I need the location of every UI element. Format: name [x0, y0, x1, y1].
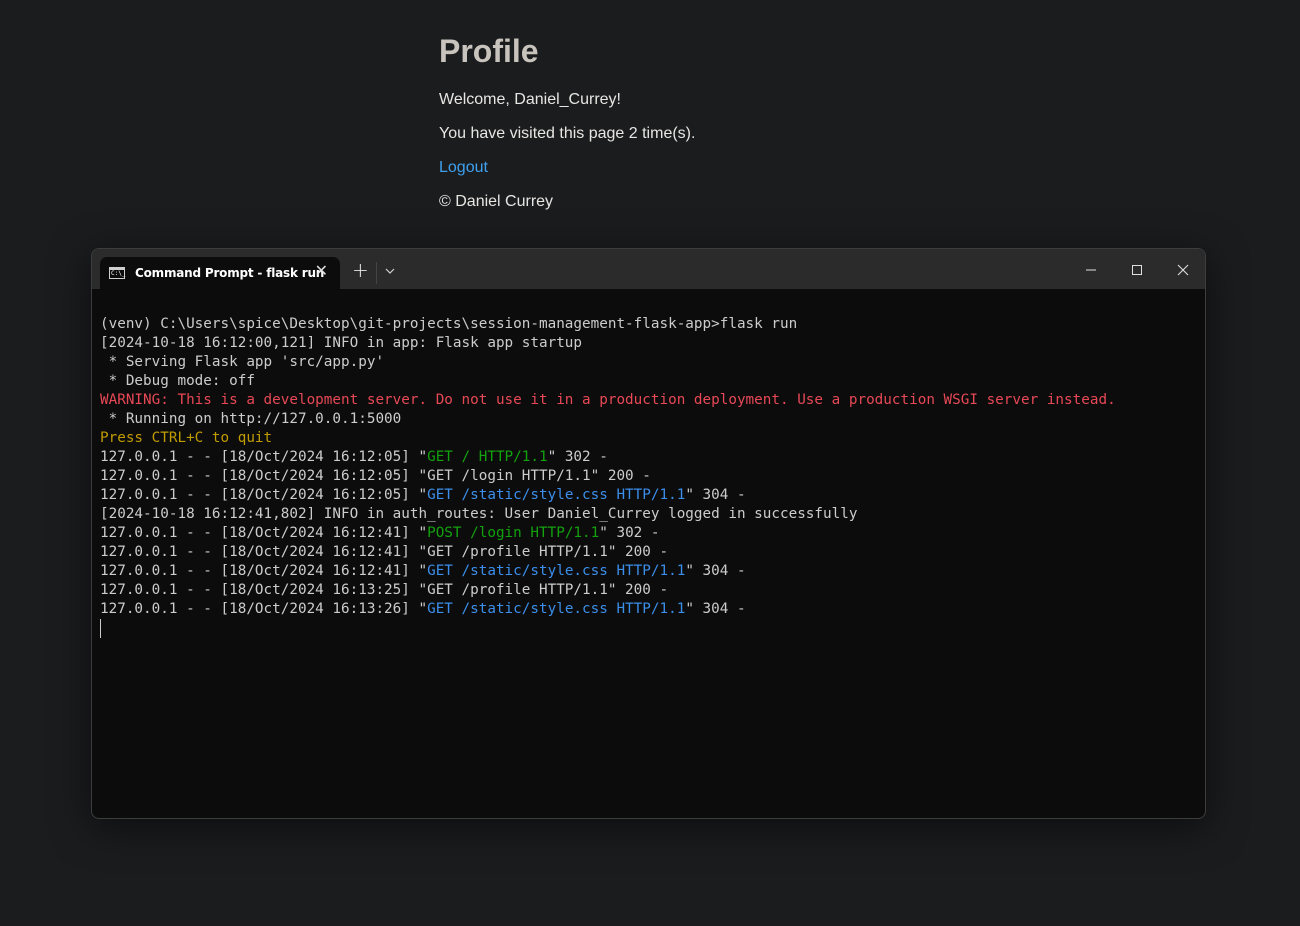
terminal-line: 127.0.0.1 - - [18/Oct/2024 16:12:41] "PO…	[100, 524, 1197, 543]
minimize-icon	[1086, 269, 1096, 271]
chevron-down-icon[interactable]	[385, 266, 395, 276]
terminal-text-segment: " 304 -	[685, 487, 746, 503]
text-cursor	[100, 619, 101, 638]
footer-copyright: © Daniel Currey	[439, 193, 554, 210]
terminal-line: WARNING: This is a development server. D…	[100, 391, 1197, 410]
terminal-window: C:\_ Command Prompt - flask run ✕ + (ven…	[91, 248, 1206, 819]
terminal-text-segment: GET /static/style.css HTTP/1.1	[427, 563, 686, 579]
command-prompt-icon: C:\_	[109, 267, 125, 279]
terminal-text-segment: * Debug mode: off	[100, 373, 255, 389]
terminal-text-segment: " 302 -	[547, 449, 608, 465]
terminal-text-segment: 127.0.0.1 - - [18/Oct/2024 16:13:26] "	[100, 601, 428, 617]
new-tab-button[interactable]: +	[352, 260, 369, 280]
close-icon	[1177, 264, 1189, 276]
terminal-text-segment: " 304 -	[685, 601, 746, 617]
maximize-icon	[1132, 265, 1142, 275]
terminal-text-segment: WARNING: This is a development server. D…	[100, 392, 1116, 408]
tab-separator	[376, 262, 377, 284]
profile-page: Profile Welcome, Daniel_Currey! You have…	[439, 30, 695, 210]
terminal-line: (venv) C:\Users\spice\Desktop\git-projec…	[100, 315, 1197, 334]
terminal-text-segment: GET / HTTP/1.1	[427, 449, 548, 465]
terminal-text-segment: GET /static/style.css HTTP/1.1	[427, 487, 686, 503]
terminal-line: 127.0.0.1 - - [18/Oct/2024 16:12:41] "GE…	[100, 543, 1197, 562]
page-title: Profile	[439, 33, 539, 69]
terminal-text-segment: GET /static/style.css HTTP/1.1	[427, 601, 686, 617]
terminal-text-segment: Press CTRL+C to quit	[100, 430, 273, 446]
terminal-text-segment: " 304 -	[685, 563, 746, 579]
minimize-button[interactable]	[1077, 259, 1105, 281]
terminal-text-segment: [2024-10-18 16:12:41,802] INFO in auth_r…	[100, 506, 858, 522]
terminal-line: 127.0.0.1 - - [18/Oct/2024 16:13:26] "GE…	[100, 600, 1197, 619]
terminal-text-segment: 127.0.0.1 - - [18/Oct/2024 16:12:05] "	[100, 487, 428, 503]
terminal-line: 127.0.0.1 - - [18/Oct/2024 16:12:05] "GE…	[100, 448, 1197, 467]
terminal-text-segment: * Serving Flask app 'src/app.py'	[100, 354, 385, 370]
terminal-line: 127.0.0.1 - - [18/Oct/2024 16:12:41] "GE…	[100, 562, 1197, 581]
terminal-text-segment: " 302 -	[599, 525, 660, 541]
visit-count-text: You have visited this page 2 time(s).	[439, 125, 696, 142]
terminal-line: * Serving Flask app 'src/app.py'	[100, 353, 1197, 372]
terminal-output[interactable]: (venv) C:\Users\spice\Desktop\git-projec…	[100, 315, 1197, 638]
terminal-text-segment: [2024-10-18 16:12:00,121] INFO in app: F…	[100, 335, 583, 351]
logout-link[interactable]: Logout	[439, 158, 488, 178]
terminal-text-segment: 127.0.0.1 - - [18/Oct/2024 16:12:41] "GE…	[100, 544, 669, 560]
terminal-line: [2024-10-18 16:12:41,802] INFO in auth_r…	[100, 505, 1197, 524]
terminal-text-segment: 127.0.0.1 - - [18/Oct/2024 16:12:05] "GE…	[100, 468, 651, 484]
terminal-text-segment: 127.0.0.1 - - [18/Oct/2024 16:13:25] "GE…	[100, 582, 669, 598]
terminal-prompt-line[interactable]	[100, 619, 1197, 638]
terminal-line: [2024-10-18 16:12:00,121] INFO in app: F…	[100, 334, 1197, 353]
terminal-text-segment: 127.0.0.1 - - [18/Oct/2024 16:12:41] "	[100, 525, 428, 541]
maximize-button[interactable]	[1123, 259, 1151, 281]
terminal-text-segment: * Running on http://127.0.0.1:5000	[100, 411, 402, 427]
welcome-message: Welcome, Daniel_Currey!	[439, 91, 621, 108]
terminal-line: * Running on http://127.0.0.1:5000	[100, 410, 1197, 429]
terminal-line: 127.0.0.1 - - [18/Oct/2024 16:12:05] "GE…	[100, 486, 1197, 505]
terminal-text-segment: 127.0.0.1 - - [18/Oct/2024 16:12:05] "	[100, 449, 428, 465]
close-tab-icon[interactable]: ✕	[315, 263, 328, 281]
terminal-text-segment: 127.0.0.1 - - [18/Oct/2024 16:12:41] "	[100, 563, 428, 579]
terminal-line: Press CTRL+C to quit	[100, 429, 1197, 448]
terminal-text-segment: POST /login HTTP/1.1	[427, 525, 600, 541]
close-window-button[interactable]	[1169, 259, 1197, 281]
terminal-line: 127.0.0.1 - - [18/Oct/2024 16:12:05] "GE…	[100, 467, 1197, 486]
terminal-line: * Debug mode: off	[100, 372, 1197, 391]
terminal-line: 127.0.0.1 - - [18/Oct/2024 16:13:25] "GE…	[100, 581, 1197, 600]
tab-title: Command Prompt - flask run	[135, 266, 325, 280]
tab-command-prompt[interactable]: C:\_ Command Prompt - flask run ✕	[100, 257, 340, 289]
terminal-text-segment: (venv) C:\Users\spice\Desktop\git-projec…	[100, 316, 798, 332]
terminal-titlebar[interactable]: C:\_ Command Prompt - flask run ✕ +	[92, 249, 1205, 289]
